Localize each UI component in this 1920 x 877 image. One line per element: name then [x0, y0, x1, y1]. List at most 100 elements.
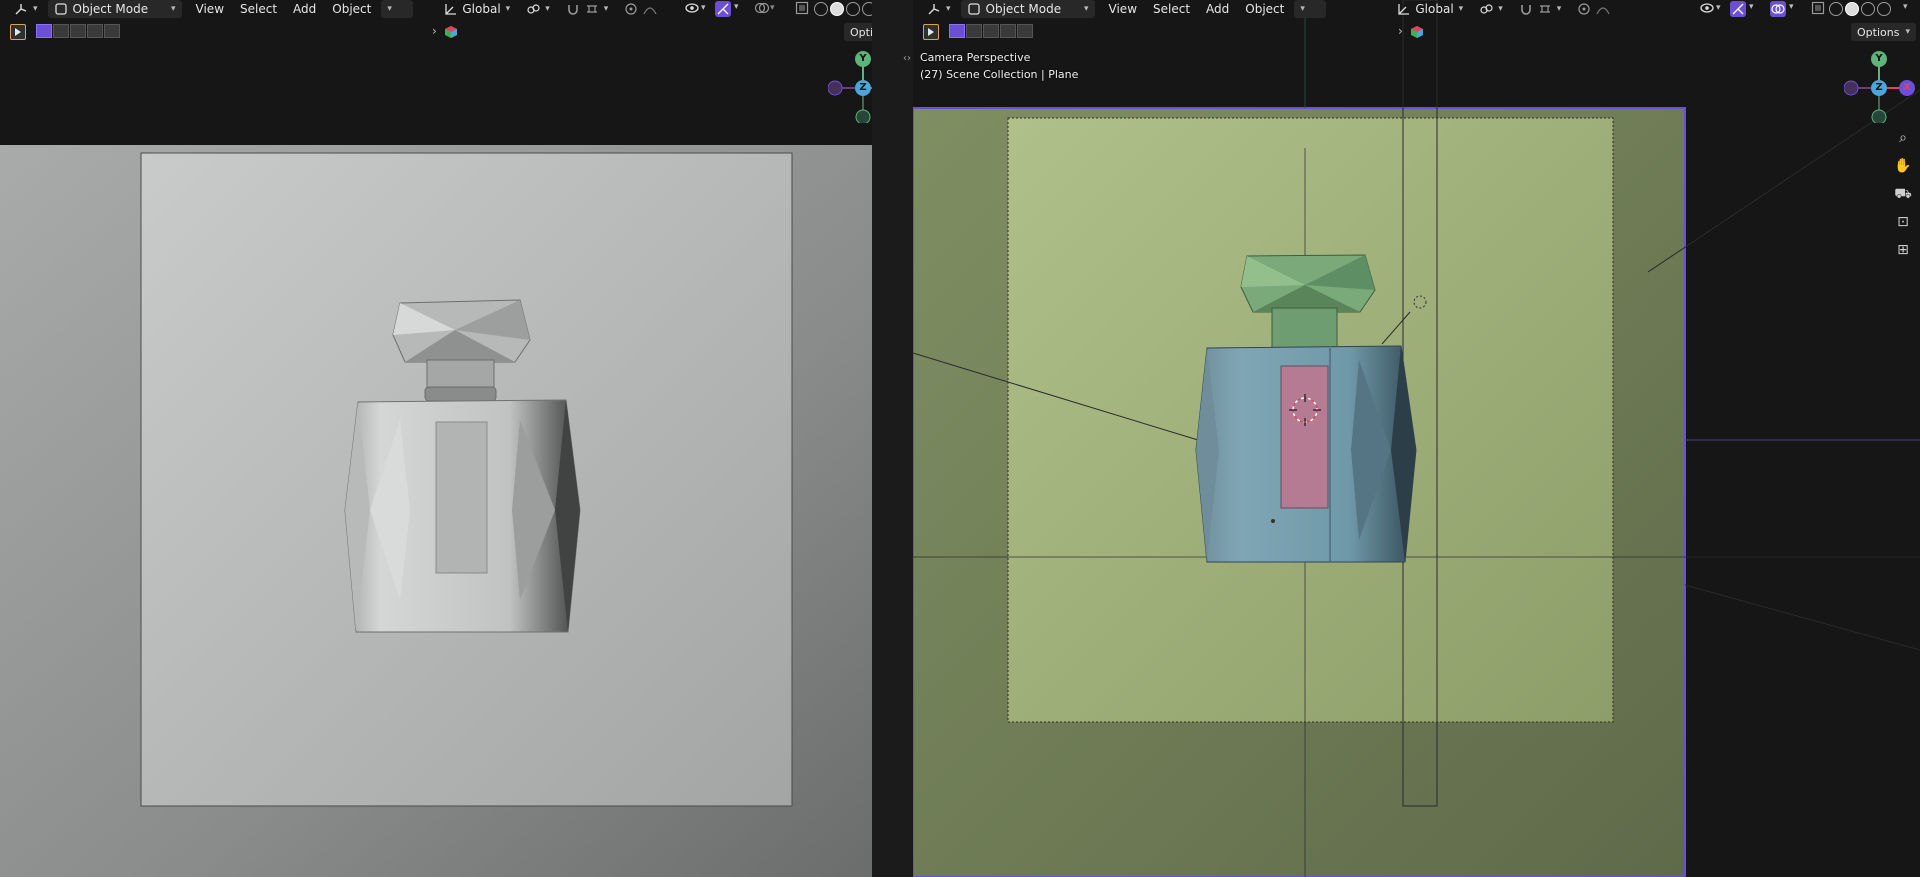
select-subtract-icon[interactable]	[983, 24, 999, 38]
visibility-dropdown[interactable]: ▾	[1699, 1, 1721, 15]
chevron-down-icon: ▾	[505, 4, 511, 14]
xray-toggle[interactable]	[1811, 1, 1825, 18]
select-new-icon[interactable]	[949, 24, 965, 38]
navigation-gizmo[interactable]: Y Z X	[828, 51, 872, 123]
pivot-dropdown[interactable]: ▾	[520, 0, 556, 18]
gizmo-y-axis[interactable]: Y	[1871, 51, 1887, 67]
falloff-icon	[643, 2, 657, 16]
select-subtract-icon[interactable]	[70, 24, 86, 38]
orientation-dropdown[interactable]: Global ▾	[1390, 0, 1469, 18]
tool-settings-row: ›	[913, 22, 1920, 44]
overlays-dropdown[interactable]: ▾	[1789, 2, 1794, 12]
hand-icon[interactable]: ✋	[1893, 156, 1913, 176]
select-extend-icon[interactable]	[966, 24, 982, 38]
scene-cube-icon[interactable]	[1410, 25, 1424, 42]
options-label: Options	[850, 25, 872, 39]
menu-add[interactable]: Add	[287, 0, 322, 18]
scene-right[interactable]	[913, 0, 1920, 877]
solid-shading-icon[interactable]	[830, 2, 844, 16]
gizmo-dropdown[interactable]: ▾	[734, 2, 739, 12]
viewport-header: ▾ Object Mode ▾ View Select Add Object ▾…	[913, 0, 1920, 18]
solid-shading-icon[interactable]	[1845, 2, 1859, 16]
mode-label: Object Mode	[985, 2, 1062, 16]
gizmo-toggle[interactable]	[715, 1, 731, 17]
select-tool-icon[interactable]	[10, 24, 26, 40]
xray-toggle[interactable]	[795, 1, 809, 18]
menu-select[interactable]: Select	[1147, 0, 1196, 18]
select-extend-icon[interactable]	[53, 24, 69, 38]
bottle-body-selected[interactable]	[1195, 345, 1417, 563]
pivot-icon	[1479, 2, 1493, 16]
pivot-dropdown[interactable]: ▾	[1473, 0, 1509, 18]
snap-toggle[interactable]: ▾	[1513, 0, 1568, 18]
options-dropdown[interactable]: Options ▾	[1851, 23, 1916, 41]
gizmo-z-axis[interactable]: Z	[855, 80, 871, 96]
select-difference-icon[interactable]	[1000, 24, 1016, 38]
menu-view[interactable]: View	[190, 0, 230, 18]
gizmo-icon	[1730, 3, 1746, 20]
camera-icon[interactable]: ⛟	[1893, 184, 1913, 204]
select-intersect-icon[interactable]	[1017, 24, 1033, 38]
editor-type-button[interactable]: ▾	[921, 0, 957, 18]
gizmo-z-axis[interactable]: Z	[1871, 80, 1887, 96]
shading-dropdown[interactable]: ▾	[1903, 2, 1908, 12]
shading-modes[interactable]	[814, 2, 872, 16]
viewport-left[interactable]: ▾ Object Mode ▾ View Select Add Object ▾…	[0, 0, 872, 877]
snap-toggle[interactable]: ▾	[560, 0, 615, 18]
orientation-dropdown[interactable]: Global ▾	[437, 0, 516, 18]
gizmo-x-axis[interactable]: X	[1899, 80, 1915, 96]
material-shading-icon[interactable]	[846, 2, 860, 16]
bottle-body[interactable]	[344, 399, 581, 633]
selection-mode-buttons[interactable]	[36, 24, 120, 38]
object-mode-dropdown[interactable]: Object Mode ▾	[47, 0, 182, 18]
editor-type-button[interactable]: ▾	[8, 0, 44, 18]
object-extra-dropdown[interactable]: ▾	[1294, 0, 1327, 18]
overlays-toggle[interactable]: ▾	[754, 1, 775, 15]
selection-mode-buttons[interactable]	[949, 24, 1033, 38]
material-shading-icon[interactable]	[1861, 2, 1875, 16]
area-divider[interactable]: ‹›	[872, 0, 913, 877]
object-extra-dropdown[interactable]: ▾	[381, 0, 414, 18]
gizmo-toggle[interactable]	[1730, 1, 1746, 17]
proportional-editing[interactable]	[1571, 0, 1616, 18]
wireframe-shading-icon[interactable]	[1829, 2, 1843, 16]
viewport-right[interactable]: ▾ Object Mode ▾ View Select Add Object ▾…	[913, 0, 1920, 877]
select-difference-icon[interactable]	[87, 24, 103, 38]
menu-object[interactable]: Object	[326, 0, 377, 18]
select-intersect-icon[interactable]	[104, 24, 120, 38]
menu-object[interactable]: Object	[1239, 0, 1290, 18]
options-dropdown[interactable]: Options ▾	[844, 23, 872, 41]
menu-view[interactable]: View	[1103, 0, 1143, 18]
overlays-toggle[interactable]	[1770, 1, 1786, 17]
navigation-gizmo[interactable]: Y Z X	[1844, 51, 1915, 123]
gizmo-y-axis[interactable]: Y	[855, 51, 871, 67]
gizmo-dropdown[interactable]: ▾	[1749, 2, 1754, 12]
falloff-icon	[1596, 2, 1610, 16]
object-mode-icon	[54, 2, 68, 16]
chevron-down-icon: ▾	[171, 4, 176, 14]
shading-modes[interactable]	[1829, 2, 1891, 16]
menu-select[interactable]: Select	[234, 0, 283, 18]
proportional-editing[interactable]	[618, 0, 663, 18]
scene-left[interactable]	[0, 0, 872, 877]
chevron-down-icon: ▾	[1300, 4, 1305, 14]
cube-axes-icon	[14, 2, 28, 16]
visibility-dropdown[interactable]: ▾	[684, 1, 706, 15]
snap-target-icon	[585, 2, 599, 16]
frame-icon[interactable]: ⊞	[1893, 240, 1913, 260]
select-tool-icon[interactable]	[923, 24, 939, 40]
select-new-icon[interactable]	[36, 24, 52, 38]
sidebar-toggle[interactable]: ›	[432, 24, 437, 38]
scene-cube-icon[interactable]	[444, 25, 458, 42]
sidebar-toggle[interactable]: ›	[1398, 24, 1403, 38]
wireframe-shading-icon[interactable]	[814, 2, 828, 16]
zoom-icon[interactable]: ⌕	[1893, 128, 1913, 148]
object-mode-dropdown[interactable]: Object Mode ▾	[960, 0, 1095, 18]
rendered-shading-icon[interactable]	[862, 2, 872, 16]
menu-add[interactable]: Add	[1200, 0, 1235, 18]
chevron-down-icon: ▾	[387, 4, 392, 14]
rendered-shading-icon[interactable]	[1877, 2, 1891, 16]
collection-info: (27) Scene Collection | Plane	[920, 68, 1079, 81]
lock-icon[interactable]: ⊡	[1893, 212, 1913, 232]
chevron-down-icon: ▾	[1458, 4, 1464, 14]
